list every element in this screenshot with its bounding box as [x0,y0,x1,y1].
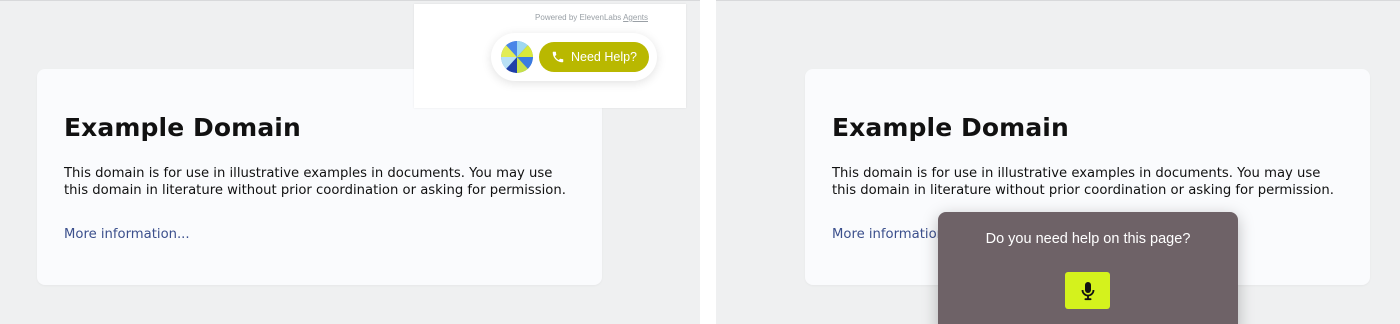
agent-orb-icon [501,41,533,73]
panel-divider [700,0,716,324]
screenshot-left: Example Domain This domain is for use in… [0,0,700,324]
screenshot-right: Example Domain This domain is for use in… [716,0,1400,324]
more-information-link[interactable]: More information... [64,227,190,242]
page-title: Example Domain [64,113,301,142]
microphone-icon [1080,281,1096,301]
help-question-text: Do you need help on this page? [985,231,1191,247]
description-text: This domain is for use in illustrative e… [832,166,1334,198]
top-border [0,0,700,1]
widget-pill: Need Help? [491,33,657,81]
phone-icon [551,50,565,64]
need-help-label: Need Help? [570,50,637,64]
powered-by-text: Powered by ElevenLabs [535,13,622,22]
agent-widget: Powered by ElevenLabs Agents Need Help? [414,4,686,108]
description-text: This domain is for use in illustrative e… [64,166,566,198]
need-help-button[interactable]: Need Help? [539,42,649,72]
powered-by-label: Powered by ElevenLabs Agents [535,13,648,22]
agents-link[interactable]: Agents [623,13,648,22]
page-title: Example Domain [832,113,1069,142]
microphone-button[interactable] [1065,272,1110,309]
help-popup: Do you need help on this page? [938,212,1238,324]
top-border [716,0,1400,1]
